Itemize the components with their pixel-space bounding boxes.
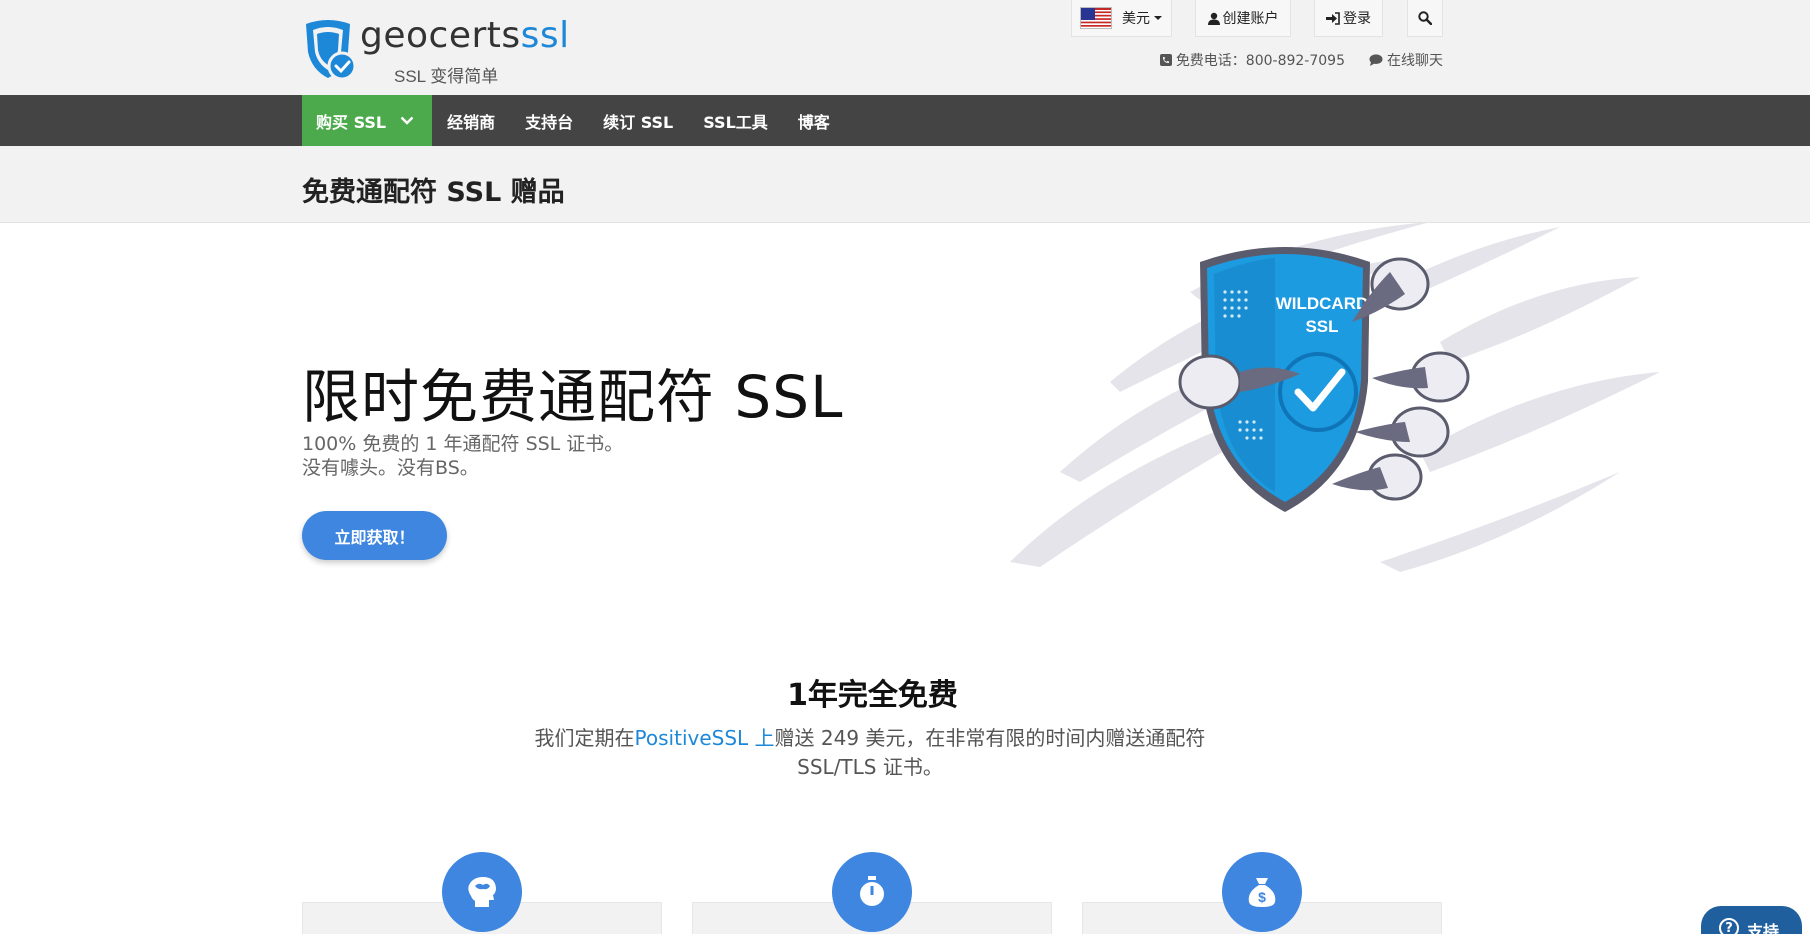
top-header: geocertsssl SSL 变得简单 美元 创建账户 登录 免费电话：800… [0, 0, 1810, 95]
hero-subtext: 100% 免费的 1 年通配符 SSL 证书。 没有噱头。没有BS。 [302, 433, 624, 479]
search-button[interactable] [1407, 0, 1443, 37]
help-circle-icon: ? [1719, 918, 1739, 934]
svg-text:$: $ [1258, 889, 1266, 905]
brand-tagline: SSL 变得简单 [394, 67, 499, 86]
wildcard-shield-illustration: WILDCARD SSL [1010, 222, 1660, 572]
nav-item-renew-ssl[interactable]: 续订 SSL [588, 95, 688, 146]
stopwatch-icon [832, 852, 912, 932]
money-bag-icon: $ [1222, 852, 1302, 932]
us-flag-icon [1080, 7, 1112, 29]
sign-in-icon [1326, 11, 1340, 25]
chat-bubble-icon [1369, 54, 1383, 66]
create-account-button[interactable]: 创建账户 [1195, 0, 1291, 37]
search-icon [1418, 11, 1432, 25]
free-section-description: 我们定期在PositiveSSL 上赠送 249 美元，在非常有限的时间内赠送通… [534, 726, 1206, 779]
chevron-down-icon [400, 116, 414, 125]
nav-item-buy-ssl[interactable]: 购买 SSL [302, 95, 433, 146]
live-chat-link[interactable]: 在线聊天 [1369, 50, 1443, 70]
badge-text-line2: SSL [1305, 317, 1338, 336]
page-title: 免费通配符 SSL 赠品 [302, 177, 565, 208]
support-widget-button[interactable]: ? 支持 [1701, 906, 1802, 934]
shield-logo-icon [306, 20, 354, 80]
brand-name: geocertsssl [360, 15, 570, 56]
user-icon [1207, 12, 1220, 25]
phone-square-icon [1159, 54, 1172, 66]
login-button[interactable]: 登录 [1314, 0, 1383, 37]
main-nav: 购买 SSL 经销商 支持台 续订 SSL SSL工具 博客 [0, 95, 1810, 146]
phone-contact[interactable]: 免费电话：800-892-7095 [1159, 50, 1345, 70]
nav-item-ssl-tools[interactable]: SSL工具 [688, 95, 783, 146]
hero-heading: 限时免费通配符 SSL [302, 363, 844, 431]
brain-head-icon [442, 852, 522, 932]
positivessl-link[interactable]: PositiveSSL 上 [635, 726, 775, 750]
nav-item-blog[interactable]: 博客 [783, 95, 845, 146]
site-logo[interactable]: geocertsssl SSL 变得简单 [302, 18, 570, 87]
page-title-band: 免费通配符 SSL 赠品 [0, 146, 1810, 223]
nav-item-support-desk[interactable]: 支持台 [510, 95, 588, 146]
badge-text-line1: WILDCARD [1276, 294, 1369, 313]
get-it-now-button[interactable]: 立即获取！ [302, 511, 447, 560]
caret-down-icon [1154, 16, 1162, 20]
currency-selector[interactable]: 美元 [1071, 0, 1172, 37]
free-section-title: 1年完全免费 [787, 678, 958, 713]
nav-item-resellers[interactable]: 经销商 [432, 95, 510, 146]
